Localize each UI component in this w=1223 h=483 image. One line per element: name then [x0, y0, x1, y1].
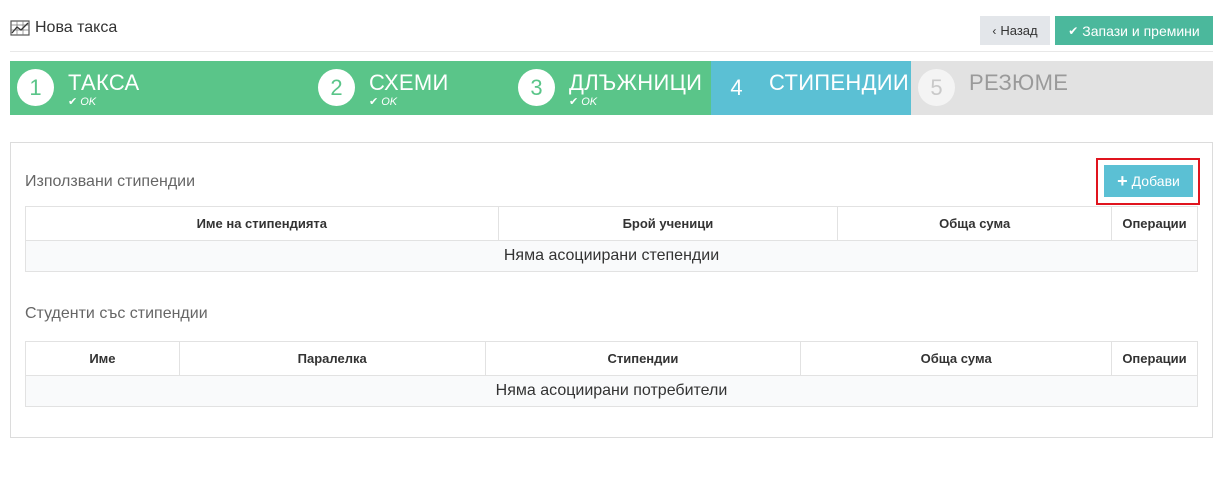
wizard-step-summary[interactable]: 5 РЕЗЮМЕ — [911, 61, 1213, 115]
column-header: Операции — [1111, 206, 1198, 241]
column-header[interactable]: Стипендии — [484, 341, 802, 376]
page-title-text: Нова такса — [35, 19, 118, 36]
step-status: ✔ OK — [68, 95, 97, 109]
save-and-continue-button[interactable]: ✔ Запази и премини — [1055, 16, 1213, 45]
step-status-text: OK — [80, 95, 97, 108]
column-header[interactable]: Брой ученици — [497, 206, 839, 241]
step-status-text: OK — [581, 95, 598, 108]
step-status: ✔ OK — [569, 95, 598, 109]
step-number: 4 — [730, 74, 743, 100]
empty-table-message: Няма асоциирани степендии — [25, 240, 1198, 272]
wizard-step-fee[interactable]: 1 ТАКСА ✔ OK — [10, 61, 311, 115]
wizard-step-scholarships[interactable]: 4 СТИПЕНДИИ — [711, 61, 911, 115]
column-header[interactable]: Обща сума — [837, 206, 1112, 241]
page-title: Нова такса — [10, 19, 117, 37]
check-icon: ✔ — [569, 96, 579, 108]
table-header-row: Име на стипендията Брой ученици Обща сум… — [25, 206, 1198, 241]
chevron-left-icon: ‹ — [992, 23, 997, 38]
step-label: СТИПЕНДИИ — [769, 70, 910, 95]
table-header-row: Име Паралелка Стипендии Обща сума Операц… — [25, 341, 1199, 376]
step-label: ТАКСА — [68, 70, 140, 95]
content-panel: Използвани стипендии + Добави Име на сти… — [10, 142, 1213, 438]
check-icon: ✔ — [369, 96, 379, 108]
scholarships-table: Име на стипендията Брой ученици Обща сум… — [25, 206, 1198, 272]
top-bar: Нова такса ‹ Назад ✔ Запази и премини — [10, 14, 1213, 52]
step-number: 3 — [518, 69, 555, 106]
step-status-text: OK — [381, 95, 398, 108]
graph-paper-icon — [10, 20, 30, 36]
column-header: Операции — [1110, 341, 1199, 376]
step-number: 2 — [318, 69, 355, 106]
check-icon: ✔ — [68, 96, 78, 108]
step-label: ДЛЪЖНИЦИ — [569, 70, 703, 95]
table-row: Няма асоциирани степендии — [25, 240, 1198, 272]
students-section-title: Студенти със стипендии — [25, 305, 208, 322]
plus-icon: + — [1117, 170, 1128, 191]
column-header[interactable]: Обща сума — [800, 341, 1112, 376]
wizard-steps: 1 ТАКСА ✔ OK 2 СХЕМИ ✔ OK 3 ДЛЪЖНИЦИ ✔ OK 4… — [10, 61, 1213, 115]
empty-table-message: Няма асоциирани потребители — [25, 375, 1198, 407]
scholarships-section-title: Използвани стипендии — [25, 173, 196, 190]
add-button-label: Добави — [1131, 173, 1180, 189]
table-row: Няма асоциирани потребители — [25, 375, 1198, 407]
step-number: 1 — [17, 69, 54, 106]
wizard-step-schemes[interactable]: 2 СХЕМИ ✔ OK — [311, 61, 511, 115]
add-scholarship-button[interactable]: + Добави — [1104, 165, 1193, 197]
students-table: Име Паралелка Стипендии Обща сума Операц… — [25, 341, 1199, 407]
save-button-label: Запази и премини — [1082, 22, 1200, 39]
back-button-label: Назад — [1000, 23, 1038, 38]
step-status: ✔ OK — [369, 95, 398, 109]
back-button[interactable]: ‹ Назад — [980, 16, 1050, 45]
wizard-step-debtors[interactable]: 3 ДЛЪЖНИЦИ ✔ OK — [511, 61, 711, 115]
step-number: 5 — [918, 69, 955, 106]
step-label: СХЕМИ — [369, 70, 449, 95]
column-header[interactable]: Име — [25, 341, 180, 376]
add-button-highlight: + Добави — [1096, 158, 1200, 205]
step-label: РЕЗЮМЕ — [969, 70, 1069, 95]
column-header[interactable]: Паралелка — [178, 341, 486, 376]
column-header[interactable]: Име на стипендията — [25, 206, 499, 241]
check-icon: ✔ — [1068, 23, 1079, 38]
